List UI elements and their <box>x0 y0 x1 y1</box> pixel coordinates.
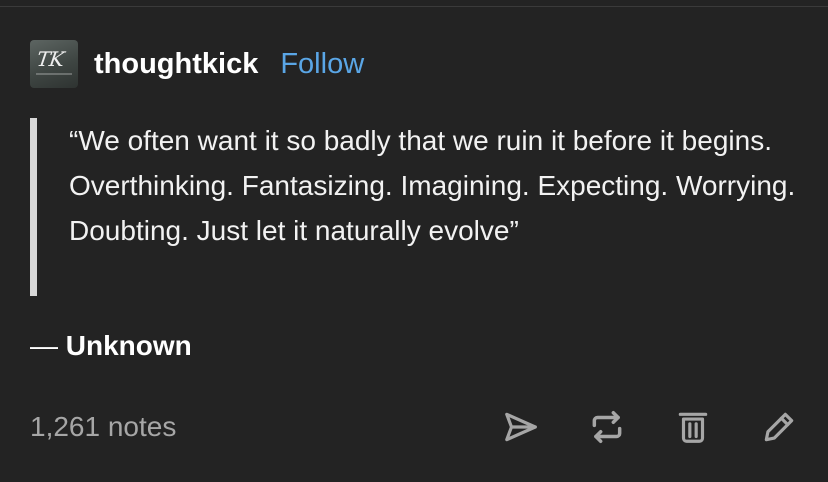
trash-icon <box>678 412 708 443</box>
attribution-dash: — <box>30 330 58 361</box>
delete-button[interactable] <box>672 406 714 448</box>
send-icon <box>505 412 537 442</box>
reblog-button[interactable] <box>586 406 628 448</box>
top-divider <box>0 0 828 7</box>
avatar-caption-line <box>36 73 72 75</box>
attribution-source: Unknown <box>65 330 192 361</box>
post-footer: 1,261 notes <box>30 405 800 449</box>
quote-text: “We often want it so badly that we ruin … <box>69 125 796 246</box>
avatar-monogram: TK <box>35 47 65 71</box>
share-button[interactable] <box>500 406 542 448</box>
quote-attribution: — Unknown <box>30 330 192 362</box>
reblog-icon <box>592 411 622 443</box>
username-link[interactable]: thoughtkick <box>94 48 258 81</box>
follow-button[interactable]: Follow <box>280 48 364 81</box>
edit-button[interactable] <box>758 406 800 448</box>
pencil-icon <box>764 412 794 442</box>
avatar[interactable]: TK <box>30 40 78 88</box>
post-header: TK thoughtkick Follow <box>30 40 364 88</box>
post-actions <box>456 406 800 448</box>
quote-block: “We often want it so badly that we ruin … <box>30 118 810 296</box>
notes-count[interactable]: 1,261 notes <box>30 411 176 443</box>
